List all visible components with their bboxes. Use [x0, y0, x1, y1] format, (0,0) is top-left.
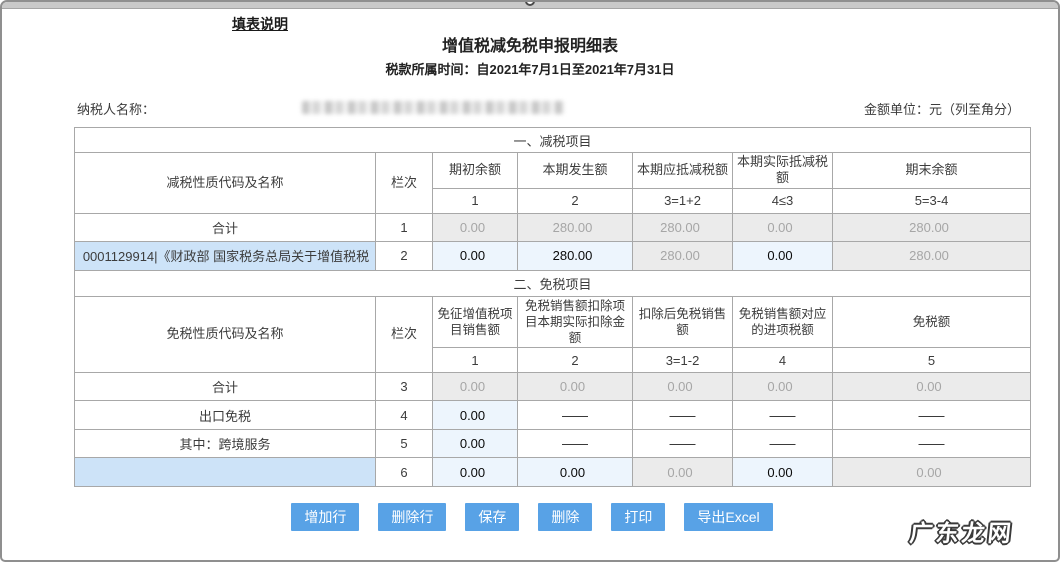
- delete-button[interactable]: 删除: [538, 503, 593, 531]
- value-cell[interactable]: 0.00: [732, 457, 833, 488]
- row-line-cell: 6: [375, 457, 433, 488]
- value-cell[interactable]: 0.00: [432, 400, 518, 431]
- exemption-code-select-cell[interactable]: [74, 457, 376, 488]
- row-line-cell: 4: [375, 400, 433, 431]
- row-name-cell: 其中：跨境服务: [74, 429, 376, 459]
- window-top-bar: [2, 2, 1058, 9]
- value-cell: 0.00: [632, 372, 733, 402]
- table-row: 合计 3 0.00 0.00 0.00 0.00 0.00: [74, 372, 1032, 402]
- value-cell: 0.00: [831, 457, 1032, 488]
- table-row: 合计 1 0.00 280.00 280.00 0.00 280.00: [74, 212, 1032, 242]
- taxpayer-name-redacted: [302, 101, 564, 114]
- col-header: 扣除后免税销售额: [632, 295, 733, 349]
- print-button[interactable]: 打印: [611, 503, 666, 531]
- col-header: 期末余额: [831, 152, 1032, 189]
- exemption-section-title: 二、免税项目: [73, 269, 1032, 297]
- window-drag-notch: [525, 2, 535, 6]
- value-cell[interactable]: 280.00: [517, 240, 633, 271]
- row-line-cell: 3: [375, 372, 433, 402]
- col-formula: 4≤3: [732, 187, 833, 214]
- value-cell[interactable]: 0.00: [732, 240, 833, 271]
- na-cell: ——: [517, 429, 633, 459]
- col-header: 免税销售额对应的进项税额: [732, 295, 833, 349]
- na-cell: ——: [831, 429, 1032, 459]
- table-row: 其中：跨境服务 5 0.00 —— —— —— ——: [74, 429, 1032, 459]
- table-row: 6 0.00 0.00 0.00 0.00 0.00: [74, 457, 1032, 488]
- value-cell: 0.00: [432, 212, 518, 242]
- amount-unit-note: 金额单位：元（列至角分）: [863, 102, 1020, 117]
- na-cell: ——: [632, 400, 733, 431]
- row-name-cell: 出口免税: [74, 400, 376, 431]
- reduction-name-header: 减税性质代码及名称: [74, 152, 376, 214]
- col-formula: 3=1+2: [632, 187, 733, 214]
- line-no-header: 栏次: [375, 152, 433, 214]
- line-no-header: 栏次: [375, 295, 433, 374]
- value-cell: 280.00: [632, 240, 733, 271]
- col-formula: 3=1-2: [632, 347, 733, 374]
- col-header: 免税额: [831, 295, 1032, 349]
- table-row: 0001129914|《财政部 国家税务总局关于增值税税 2 0.00 280.…: [74, 240, 1032, 271]
- add-row-button[interactable]: 增加行: [291, 503, 360, 531]
- tax-period: 税款所属时间：自2021年7月1日至2021年7月31日: [385, 62, 675, 77]
- na-cell: ——: [831, 400, 1032, 431]
- value-cell: 280.00: [831, 240, 1032, 271]
- fill-instructions-link[interactable]: 填表说明: [232, 14, 288, 34]
- value-cell: 0.00: [732, 372, 833, 402]
- col-header: 期初余额: [432, 152, 518, 189]
- value-cell: 280.00: [831, 212, 1032, 242]
- form-window: 填表说明 增值税减免税申报明细表 税款所属时间：自2021年7月1日至2021年…: [0, 0, 1060, 562]
- col-header: 免税销售额扣除项目本期实际扣除金额: [517, 295, 633, 349]
- declaration-table: 一、减税项目 减税性质代码及名称 栏次 期初余额 本期发生额 本期应抵减税额 本…: [73, 127, 1032, 488]
- col-header: 本期应抵减税额: [632, 152, 733, 189]
- save-button[interactable]: 保存: [465, 503, 520, 531]
- reduction-section-title: 一、减税项目: [73, 127, 1032, 153]
- value-cell[interactable]: 0.00: [432, 457, 518, 488]
- exemption-name-header: 免税性质代码及名称: [74, 295, 376, 374]
- na-cell: ——: [732, 429, 833, 459]
- value-cell: 0.00: [432, 372, 518, 402]
- na-cell: ——: [732, 400, 833, 431]
- col-header: 本期实际抵减税额: [732, 152, 833, 189]
- delete-row-button[interactable]: 删除行: [378, 503, 447, 531]
- reduction-code-select-cell[interactable]: 0001129914|《财政部 国家税务总局关于增值税税: [74, 240, 376, 271]
- col-formula: 2: [517, 347, 633, 374]
- col-header: 本期发生额: [517, 152, 633, 189]
- watermark-text: 广东龙网: [908, 520, 1016, 546]
- value-cell[interactable]: 0.00: [517, 457, 633, 488]
- col-formula: 2: [517, 187, 633, 214]
- row-line-cell: 5: [375, 429, 433, 459]
- col-formula: 1: [432, 187, 518, 214]
- row-line-cell: 1: [375, 212, 433, 242]
- col-formula: 5=3-4: [831, 187, 1032, 214]
- na-cell: ——: [632, 429, 733, 459]
- toolbar: 增加行 删除行 保存 删除 打印 导出Excel: [2, 503, 1058, 531]
- taxpayer-name-label: 纳税人名称：: [77, 102, 156, 117]
- row-line-cell: 2: [375, 240, 433, 271]
- export-excel-button[interactable]: 导出Excel: [684, 503, 773, 531]
- value-cell: 280.00: [517, 212, 633, 242]
- value-cell: 0.00: [831, 372, 1032, 402]
- row-name-cell: 合计: [74, 372, 376, 402]
- col-formula: 4: [732, 347, 833, 374]
- value-cell: 0.00: [632, 457, 733, 488]
- col-formula: 5: [831, 347, 1032, 374]
- col-header: 免征增值税项目销售额: [432, 295, 518, 349]
- row-name-cell: 合计: [74, 212, 376, 242]
- value-cell[interactable]: 0.00: [432, 429, 518, 459]
- value-cell: 0.00: [732, 212, 833, 242]
- value-cell: 280.00: [632, 212, 733, 242]
- page-title: 增值税减免税申报明细表: [441, 38, 618, 55]
- table-row: 出口免税 4 0.00 —— —— —— ——: [74, 400, 1032, 431]
- value-cell: 0.00: [517, 372, 633, 402]
- value-cell[interactable]: 0.00: [432, 240, 518, 271]
- col-formula: 1: [432, 347, 518, 374]
- na-cell: ——: [517, 400, 633, 431]
